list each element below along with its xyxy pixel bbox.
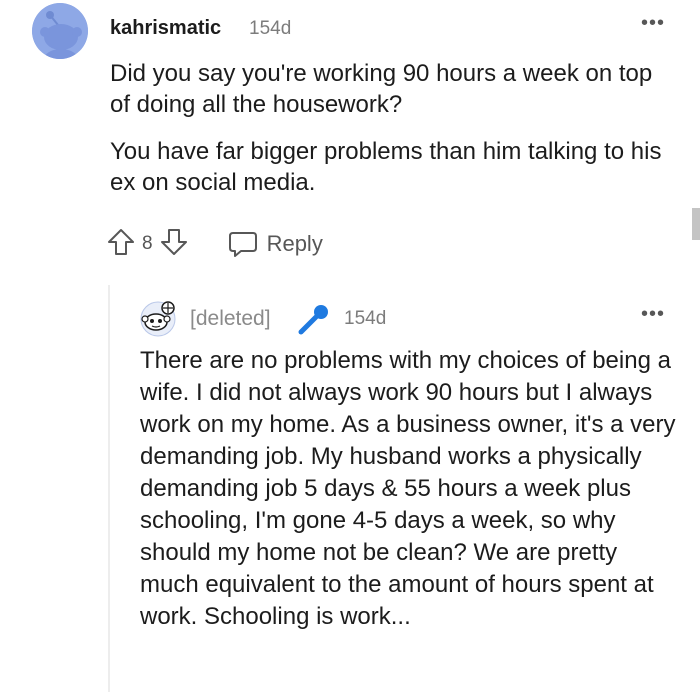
reply-timestamp: 154d: [344, 308, 387, 329]
reply-button[interactable]: Reply: [227, 229, 323, 259]
microphone-icon: [298, 305, 328, 335]
more-options-button[interactable]: •••: [641, 304, 665, 324]
more-options-button[interactable]: •••: [641, 13, 665, 33]
thread-line[interactable]: [108, 285, 110, 692]
reply-username: [deleted]: [190, 307, 271, 330]
comment-timestamp: 154d: [249, 18, 292, 39]
comment-username[interactable]: kahrismatic: [110, 17, 221, 40]
scrollbar-thumb[interactable]: [692, 208, 700, 240]
upvote-button[interactable]: [106, 227, 136, 262]
avatar-icon: [32, 3, 88, 59]
vote-count: 8: [142, 233, 153, 254]
reply-body: There are no problems with my choices of…: [140, 347, 676, 630]
avatar-icon: [140, 301, 176, 337]
user-avatar[interactable]: [32, 3, 88, 59]
reply-icon: [228, 232, 257, 257]
downvote-icon: [160, 228, 187, 255]
downvote-button[interactable]: [159, 227, 189, 262]
comment-actions: 8 Reply: [106, 226, 323, 262]
comment-body: Did you say you're working 90 hours a we…: [110, 58, 670, 214]
comment-paragraph: You have far bigger problems than him ta…: [110, 138, 662, 196]
reply-label: Reply: [266, 231, 323, 256]
microphone-badge: [297, 302, 331, 341]
comment-paragraph: Did you say you're working 90 hours a we…: [110, 60, 653, 118]
reply-avatar[interactable]: [140, 301, 176, 337]
upvote-icon: [108, 228, 134, 255]
